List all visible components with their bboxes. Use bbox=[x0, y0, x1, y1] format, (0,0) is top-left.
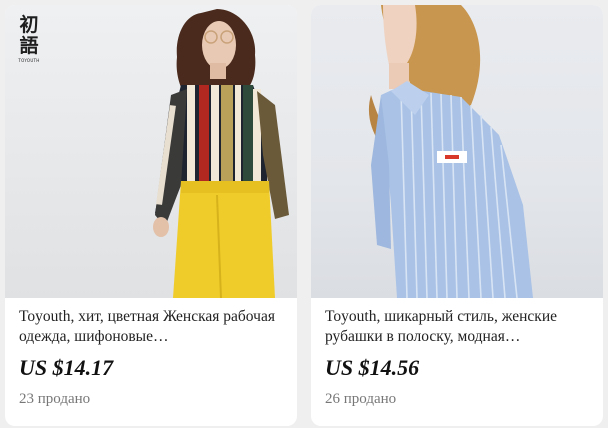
brand-logo: 初語 TOYOUTH bbox=[16, 14, 42, 64]
product-image[interactable]: 初語 TOYOUTH bbox=[5, 5, 297, 298]
product-card[interactable]: Toyouth, шикарный стиль, женские рубашки… bbox=[311, 5, 603, 426]
product-photo-striped-shirt bbox=[368, 5, 533, 298]
product-price: US $14.56 bbox=[325, 355, 420, 380]
product-sold-count: 26 продано bbox=[325, 391, 397, 407]
product-title[interactable]: Toyouth, хит, цветная Женская рабочая од… bbox=[19, 307, 283, 347]
product-sold-count: 23 продано bbox=[19, 391, 91, 407]
product-card[interactable]: 初語 TOYOUTH Toyouth, хит, цветная Женская… bbox=[5, 5, 297, 426]
product-grid: 初語 TOYOUTH Toyouth, хит, цветная Женская… bbox=[0, 0, 608, 428]
product-info: Toyouth, хит, цветная Женская рабочая од… bbox=[5, 298, 297, 409]
product-image[interactable] bbox=[311, 5, 603, 298]
product-title[interactable]: Toyouth, шикарный стиль, женские рубашки… bbox=[325, 307, 589, 347]
product-info: Toyouth, шикарный стиль, женские рубашки… bbox=[311, 298, 603, 409]
product-photo-striped-blouse bbox=[153, 9, 289, 298]
brand-logo-glyphs: 初語 bbox=[19, 14, 39, 57]
brand-logo-text: TOYOUTH bbox=[18, 58, 40, 63]
product-price: US $14.17 bbox=[19, 355, 114, 380]
